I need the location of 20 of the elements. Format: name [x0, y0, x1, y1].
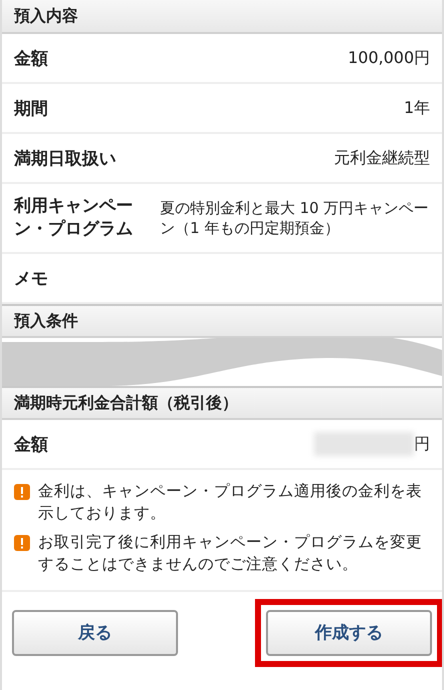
action-button[interactable]: 作成する	[266, 610, 432, 656]
field-value: 1年	[404, 98, 430, 118]
field-label: 金額	[14, 48, 48, 70]
field-value: 円	[414, 434, 430, 454]
field-label: メモ	[14, 268, 48, 290]
field-label: 金額	[14, 434, 48, 456]
note-text: お取引完了後に利用キャンペーン・プログラムを変更することはできませんのでご注意ください。	[38, 532, 423, 576]
warning-icon	[14, 534, 30, 551]
action-button[interactable]: 戻る	[12, 610, 178, 656]
field-value: 元利金継続型	[334, 148, 430, 168]
section-header: 預入内容	[2, 0, 442, 34]
note-text: 金利は、キャンペーン・プログラム適用後の金利を表示しております。	[38, 481, 423, 524]
field-label: 期間	[14, 98, 48, 120]
section-header: 満期時元利金合計額（税引後）	[2, 386, 442, 420]
field-value: 夏の特別金利と最大 10 万円キャンペーン（1 年もの円定期預金）	[160, 198, 430, 238]
field-label: 満期日取扱い	[14, 148, 116, 170]
field-value: 100,000円	[348, 48, 430, 68]
field-label: 利用キャンペーン・プログラム	[14, 195, 134, 241]
section-header: 預入条件	[2, 304, 442, 338]
warning-icon	[14, 484, 30, 500]
